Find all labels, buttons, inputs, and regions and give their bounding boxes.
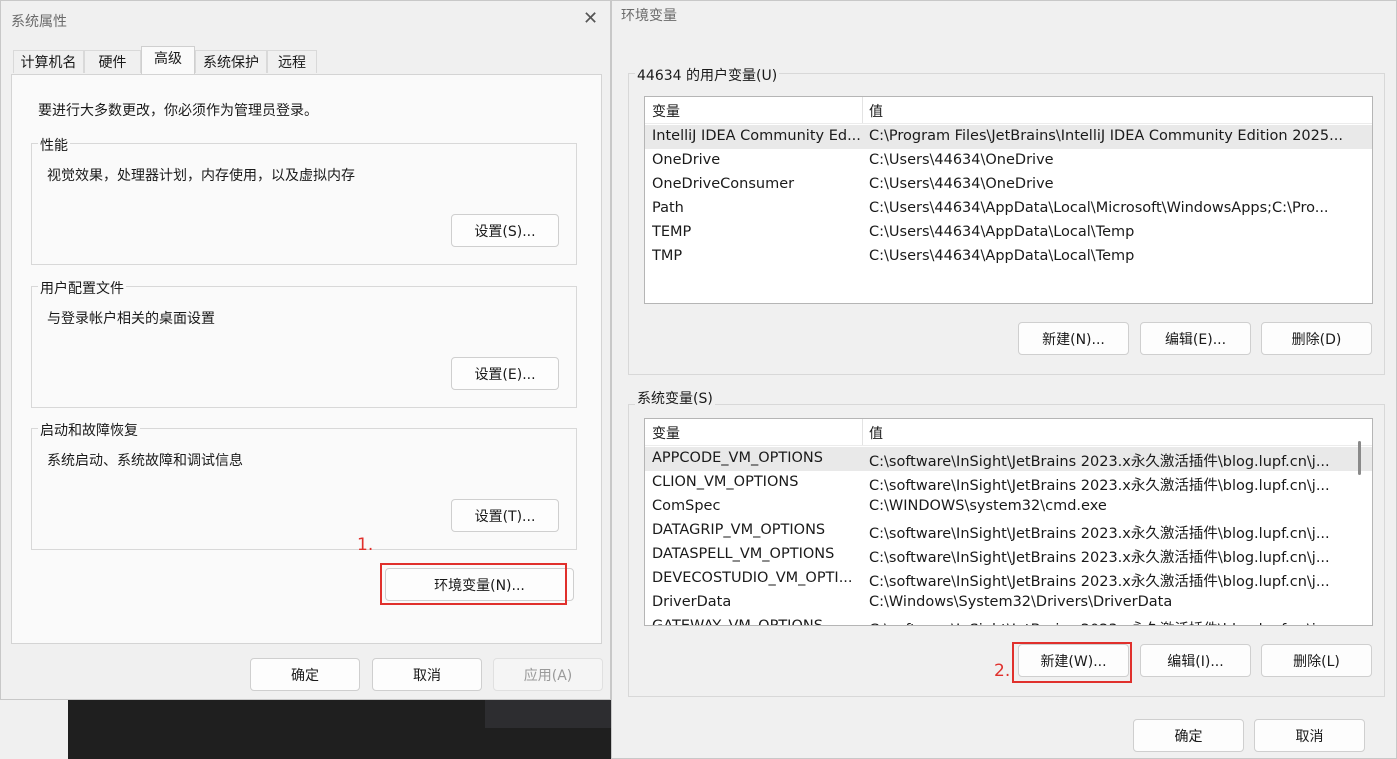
user-delete-button[interactable]: 删除(D)	[1261, 322, 1372, 355]
annotation-highlight-1	[380, 563, 567, 605]
variable-name: DATASPELL_VM_OPTIONS	[652, 546, 835, 562]
column-header-value[interactable]: 值	[869, 101, 883, 121]
column-header-variable[interactable]: 变量	[652, 101, 680, 121]
variable-value: C:\Users\44634\OneDrive	[869, 152, 1054, 168]
table-row[interactable]: OneDrive C:\Users\44634\OneDrive	[645, 149, 1372, 173]
environment-variables-window: 环境变量 44634 的用户变量(U) 变量 值 IntelliJ IDEA C…	[611, 0, 1397, 759]
table-row[interactable]: DriverData C:\Windows\System32\Drivers\Dr…	[645, 591, 1372, 615]
variable-value: C:\Program Files\JetBrains\IntelliJ IDEA…	[869, 128, 1343, 144]
variable-value: C:\software\InSight\JetBrains 2023.x永久激活…	[869, 526, 1330, 542]
annotation-number-2: 2.	[994, 661, 1011, 681]
variable-name: TMP	[652, 248, 683, 264]
system-edit-button[interactable]: 编辑(I)...	[1140, 644, 1251, 677]
variable-name: DriverData	[652, 594, 732, 610]
table-row[interactable]: IntelliJ IDEA Community Ed... C:\Program …	[645, 125, 1372, 149]
variable-value: C:\software\InSight\JetBrains 2023.x永久激活…	[869, 550, 1330, 566]
column-header-variable[interactable]: 变量	[652, 423, 680, 443]
table-row[interactable]: DEVECOSTUDIO_VM_OPTI... C:\software\InSig…	[645, 567, 1372, 591]
tab-bar: 计算机名 硬件 高级 系统保护 远程	[13, 46, 333, 74]
system-properties-window: 系统属性 ✕ 计算机名 硬件 高级 系统保护 远程 要进行大多数更改，你必须作为…	[0, 0, 611, 700]
variable-name: CLION_VM_OPTIONS	[652, 474, 799, 490]
variable-value: C:\WINDOWS\system32\cmd.exe	[869, 498, 1107, 514]
tab-remote[interactable]: 远程	[267, 50, 317, 73]
variable-name: OneDrive	[652, 152, 721, 168]
table-row[interactable]: TEMP C:\Users\44634\AppData\Local\Temp	[645, 221, 1372, 245]
user-profiles-label: 用户配置文件	[38, 278, 126, 298]
variable-name: OneDriveConsumer	[652, 176, 795, 192]
column-divider	[862, 419, 863, 445]
window-title: 环境变量	[621, 8, 677, 24]
system-variables-list[interactable]: 变量 值 APPCODE_VM_OPTIONS C:\software\InSig…	[644, 418, 1373, 626]
user-profiles-desc: 与登录帐户相关的桌面设置	[47, 311, 215, 327]
variable-value: C:\Windows\System32\Drivers\DriverData	[869, 594, 1173, 610]
variable-name: DATAGRIP_VM_OPTIONS	[652, 522, 826, 538]
column-header-value[interactable]: 值	[869, 423, 883, 443]
desktop-background	[0, 700, 68, 759]
variable-value: C:\Users\44634\AppData\Local\Temp	[869, 224, 1135, 240]
performance-settings-button[interactable]: 设置(S)...	[451, 214, 559, 247]
annotation-number-1: 1.	[357, 535, 374, 555]
startup-recovery-label: 启动和故障恢复	[38, 420, 140, 440]
variable-name: ComSpec	[652, 498, 721, 514]
variable-value: C:\software\InSight\JetBrains 2023.x永久激活…	[869, 618, 1347, 625]
variable-name: Path	[652, 200, 684, 216]
performance-label: 性能	[38, 135, 70, 155]
table-row[interactable]: DATAGRIP_VM_OPTIONS C:\software\InSight\J…	[645, 519, 1372, 543]
variable-name: IntelliJ IDEA Community Ed...	[652, 128, 860, 144]
annotation-highlight-2	[1012, 642, 1132, 683]
variable-value: C:\Users\44634\OneDrive	[869, 176, 1054, 192]
variable-name: APPCODE_VM_OPTIONS	[652, 450, 823, 466]
variable-value: C:\software\InSight\JetBrains 2023.x永久激活…	[869, 574, 1330, 590]
background-app-strip	[485, 700, 611, 728]
user-variables-label: 44634 的用户变量(U)	[635, 65, 780, 85]
tab-computer-name[interactable]: 计算机名	[13, 50, 84, 73]
list-header: 变量 值	[645, 97, 1372, 124]
list-header: 变量 值	[645, 419, 1372, 446]
user-profiles-settings-button[interactable]: 设置(E)...	[451, 357, 559, 390]
variable-value: C:\software\InSight\JetBrains 2023.x永久激活…	[869, 454, 1330, 470]
advanced-tab-panel: 要进行大多数更改，你必须作为管理员登录。 性能 视觉效果，处理器计划，内存使用，…	[11, 74, 602, 644]
table-row[interactable]: GATEWAY_VM_OPTIONS C:\software\InSight\Je…	[645, 615, 1372, 626]
variable-value: C:\Users\44634\AppData\Local\Microsoft\W…	[869, 200, 1329, 216]
table-row[interactable]: OneDriveConsumer C:\Users\44634\OneDrive	[645, 173, 1372, 197]
user-variables-list[interactable]: 变量 值 IntelliJ IDEA Community Ed... C:\Pro…	[644, 96, 1373, 304]
env-ok-button[interactable]: 确定	[1133, 719, 1244, 752]
variable-value: C:\software\InSight\JetBrains 2023.x永久激活…	[869, 478, 1330, 494]
variable-name: DEVECOSTUDIO_VM_OPTI...	[652, 570, 853, 586]
window-title: 系统属性	[11, 14, 67, 30]
table-row[interactable]: ComSpec C:\WINDOWS\system32\cmd.exe	[645, 495, 1372, 519]
ok-button[interactable]: 确定	[250, 658, 360, 691]
tab-advanced[interactable]: 高级	[141, 46, 195, 74]
tab-hardware[interactable]: 硬件	[84, 50, 141, 73]
variable-name: GATEWAY_VM_OPTIONS	[652, 618, 823, 626]
close-icon[interactable]: ✕	[583, 10, 598, 28]
variable-name: TEMP	[652, 224, 692, 240]
startup-recovery-settings-button[interactable]: 设置(T)...	[451, 499, 559, 532]
table-row[interactable]: Path C:\Users\44634\AppData\Local\Microso…	[645, 197, 1372, 221]
scrollbar-thumb[interactable]	[1358, 441, 1361, 475]
variable-value: C:\Users\44634\AppData\Local\Temp	[869, 248, 1135, 264]
admin-notice: 要进行大多数更改，你必须作为管理员登录。	[38, 103, 318, 119]
table-row[interactable]: APPCODE_VM_OPTIONS C:\software\InSight\Je…	[645, 447, 1372, 471]
apply-button[interactable]: 应用(A)	[493, 658, 603, 691]
column-divider	[862, 97, 863, 123]
table-row[interactable]: CLION_VM_OPTIONS C:\software\InSight\JetB…	[645, 471, 1372, 495]
cancel-button[interactable]: 取消	[372, 658, 482, 691]
table-row[interactable]: DATASPELL_VM_OPTIONS C:\software\InSight\…	[645, 543, 1372, 567]
system-variables-label: 系统变量(S)	[635, 388, 715, 408]
env-cancel-button[interactable]: 取消	[1254, 719, 1365, 752]
user-new-button[interactable]: 新建(N)...	[1018, 322, 1129, 355]
performance-desc: 视觉效果，处理器计划，内存使用，以及虚拟内存	[47, 168, 355, 184]
system-delete-button[interactable]: 删除(L)	[1261, 644, 1372, 677]
tab-system-protection[interactable]: 系统保护	[195, 50, 267, 73]
table-row[interactable]: TMP C:\Users\44634\AppData\Local\Temp	[645, 245, 1372, 269]
startup-recovery-desc: 系统启动、系统故障和调试信息	[47, 453, 243, 469]
user-edit-button[interactable]: 编辑(E)...	[1140, 322, 1251, 355]
